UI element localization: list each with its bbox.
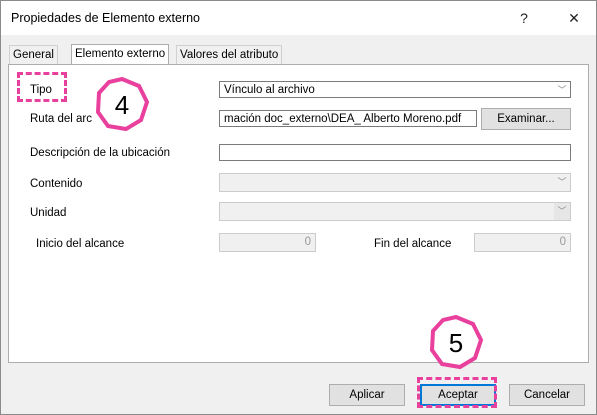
descripcion-label: Descripción de la ubicación <box>30 147 170 159</box>
contenido-label: Contenido <box>30 178 83 190</box>
step-4-badge: 4 <box>95 76 150 132</box>
close-button[interactable]: ✕ <box>554 1 594 35</box>
title-bar: Propiedades de Elemento externo ? ✕ <box>1 1 596 35</box>
ruta-label: Ruta del arc <box>30 113 93 125</box>
unidad-select: ﹀ <box>219 202 571 221</box>
tab-general[interactable]: General <box>9 45 58 65</box>
fin-label: Fin del alcance <box>374 238 452 250</box>
tab-elemento-externo[interactable]: Elemento externo <box>71 44 170 65</box>
step-4-label: 4 <box>115 90 129 120</box>
tipo-select-value: Vínculo al archivo <box>224 84 315 96</box>
highlight-tipo <box>17 72 67 102</box>
fin-field: 0 <box>474 233 571 252</box>
inicio-label: Inicio del alcance <box>36 238 125 250</box>
highlight-aceptar <box>417 377 497 408</box>
inicio-field: 0 <box>219 233 316 252</box>
chevron-down-icon: ﹀ <box>557 85 567 95</box>
unidad-label: Unidad <box>30 207 67 219</box>
help-button[interactable]: ? <box>504 1 544 35</box>
contenido-select: ﹀ <box>219 173 571 192</box>
chevron-down-icon: ﹀ <box>554 203 570 220</box>
step-5-label: 5 <box>449 328 463 358</box>
cancelar-button[interactable]: Cancelar <box>509 384 585 406</box>
dialog-window: Propiedades de Elemento externo ? ✕ Gene… <box>0 0 597 415</box>
window-title: Propiedades de Elemento externo <box>11 11 201 25</box>
tipo-select[interactable]: Vínculo al archivo ﹀ <box>219 81 571 98</box>
ruta-input[interactable]: mación doc_externo\DEA_ Alberto Moreno.p… <box>219 110 477 127</box>
chevron-down-icon: ﹀ <box>557 177 567 187</box>
step-5-badge: 5 <box>429 314 484 370</box>
aplicar-button[interactable]: Aplicar <box>329 384 405 406</box>
descripcion-input[interactable] <box>219 144 571 161</box>
examinar-button[interactable]: Examinar... <box>481 108 571 130</box>
tab-valores-atributo[interactable]: Valores del atributo <box>176 45 283 65</box>
